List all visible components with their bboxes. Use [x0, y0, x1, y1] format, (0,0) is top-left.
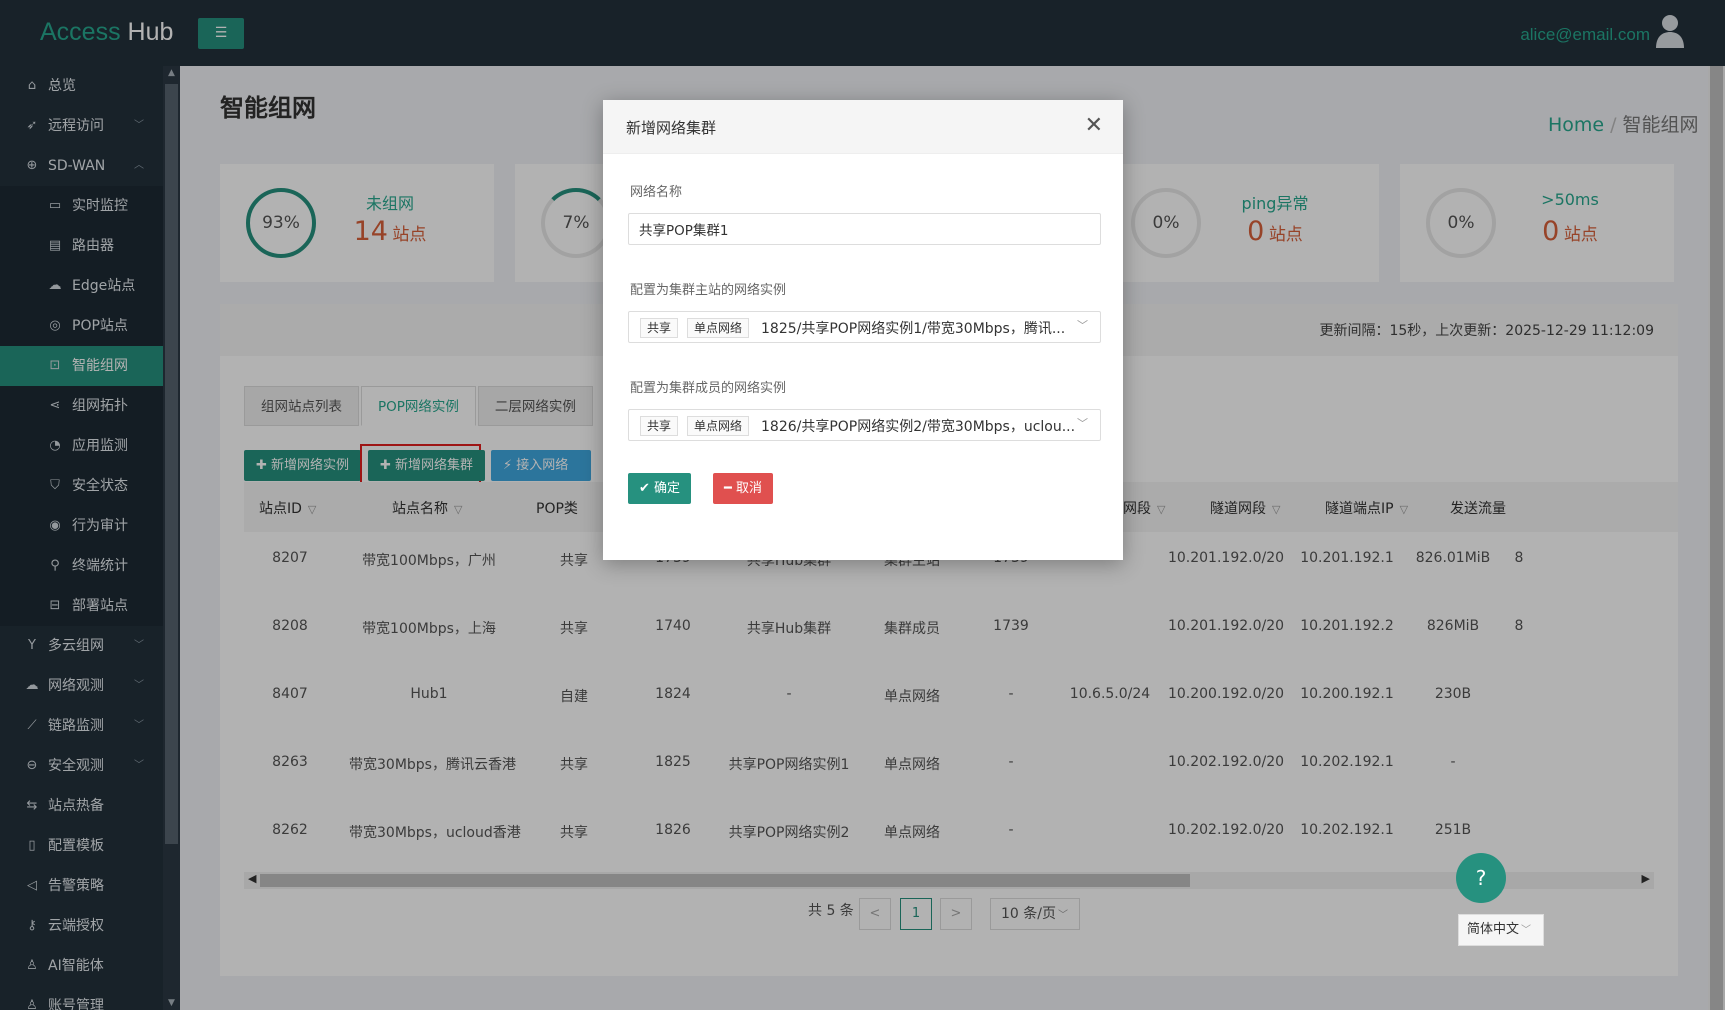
- add-cluster-dialog: 新增网络集群 ✕ 网络名称 配置为集群主站的网络实例 共享 单点网络 1825/…: [603, 100, 1123, 560]
- dialog-header: 新增网络集群 ✕: [603, 100, 1123, 154]
- member-instance-label: 配置为集群成员的网络实例: [630, 381, 787, 396]
- tag-shared: 共享: [640, 416, 679, 436]
- cancel-button[interactable]: ━ 取消: [713, 473, 773, 504]
- master-instance-select[interactable]: 共享 单点网络 1825/共享POP网络实例1/带宽30Mbps，腾讯... ﹀: [628, 311, 1101, 343]
- language-select[interactable]: 简体中文 ﹀: [1458, 914, 1544, 946]
- member-instance-select[interactable]: 共享 单点网络 1826/共享POP网络实例2/带宽30Mbps，uclou..…: [628, 409, 1101, 441]
- member-instance-value: 1826/共享POP网络实例2/带宽30Mbps，uclou...: [761, 419, 1076, 435]
- chevron-down-icon: ﹀: [1077, 319, 1088, 332]
- chevron-down-icon: ﹀: [1521, 925, 1532, 936]
- network-name-input[interactable]: [628, 213, 1101, 245]
- tag-shared: 共享: [640, 318, 679, 338]
- chevron-down-icon: ﹀: [1077, 417, 1088, 430]
- network-name-label: 网络名称: [630, 185, 683, 200]
- confirm-button[interactable]: ✔ 确定: [628, 473, 692, 504]
- help-button[interactable]: ?: [1456, 853, 1506, 903]
- close-icon[interactable]: ✕: [1085, 112, 1103, 138]
- tag-single-network: 单点网络: [687, 416, 750, 436]
- master-instance-label: 配置为集群主站的网络实例: [630, 283, 787, 298]
- dialog-title: 新增网络集群: [626, 119, 717, 137]
- question-icon: ?: [1475, 866, 1487, 890]
- master-instance-value: 1825/共享POP网络实例1/带宽30Mbps，腾讯...: [761, 321, 1066, 337]
- tag-single-network: 单点网络: [687, 318, 750, 338]
